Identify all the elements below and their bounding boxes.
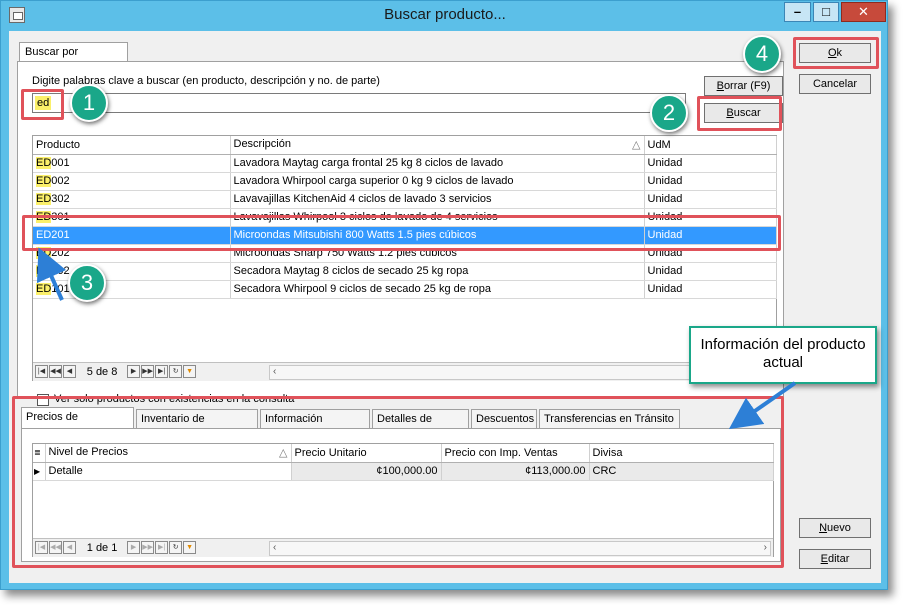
arrow-3-icon [36,247,67,301]
annotation-arrows [36,247,797,430]
arrow-info-icon [728,381,797,430]
